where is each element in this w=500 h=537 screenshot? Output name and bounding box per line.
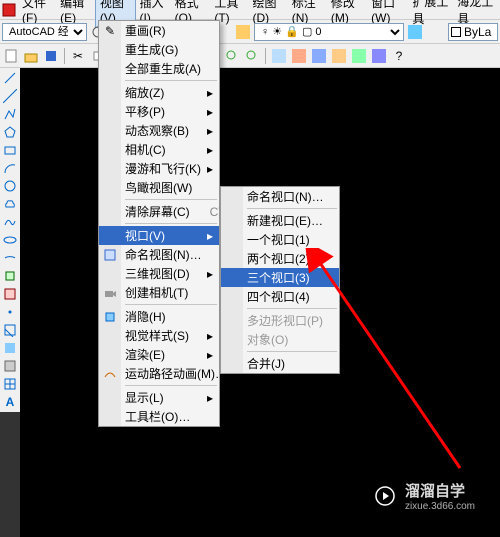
ellipse-icon[interactable] xyxy=(2,232,18,248)
revcloud-icon[interactable] xyxy=(2,196,18,212)
menu-createcamera[interactable]: 创建相机(T) xyxy=(99,283,219,302)
line-icon[interactable] xyxy=(2,70,18,86)
submenu-named-vp[interactable]: 命名视口(N)… xyxy=(221,187,339,206)
layer-select[interactable]: ♀ ☀ 🔒 ▢ 0 xyxy=(254,23,404,41)
menu-3dviews[interactable]: 三维视图(D)▸ xyxy=(99,264,219,283)
chevron-right-icon: ▸ xyxy=(207,348,213,362)
insert-icon[interactable] xyxy=(2,268,18,284)
menu-hide[interactable]: 消隐(H) xyxy=(99,307,219,326)
arc-icon[interactable] xyxy=(2,160,18,176)
submenu-three-vp[interactable]: 三个视口(3) xyxy=(221,268,339,287)
cut-icon[interactable]: ✂ xyxy=(69,47,87,65)
calc-icon[interactable] xyxy=(370,47,388,65)
color-select[interactable]: ByLa xyxy=(448,23,498,41)
menu-cleanscreen[interactable]: 清除屏幕(C)CTRL+0 xyxy=(99,202,219,221)
help-icon[interactable]: ? xyxy=(390,47,408,65)
zoom-window-icon[interactable] xyxy=(223,47,241,65)
submenu-object-vp: 对象(O) xyxy=(221,330,339,349)
watermark: 溜溜自学 zixue.3d66.com xyxy=(371,480,475,512)
menu-orbit[interactable]: 动态观察(B)▸ xyxy=(99,121,219,140)
watermark-url: zixue.3d66.com xyxy=(405,501,475,512)
menu-motionpath[interactable]: 运动路径动画(M)… xyxy=(99,364,219,383)
submenu-join-vp[interactable]: 合并(J) xyxy=(221,354,339,373)
layer-icon[interactable] xyxy=(234,23,252,41)
table-icon[interactable] xyxy=(2,376,18,392)
view-menu-dropdown: ✎重画(R) 重生成(G) 全部重生成(A) 缩放(Z)▸ 平移(P)▸ 动态观… xyxy=(98,20,220,427)
app-icon xyxy=(2,3,16,17)
menu-redraw[interactable]: ✎重画(R) xyxy=(99,21,219,40)
menu-regen[interactable]: 重生成(G) xyxy=(99,40,219,59)
menu-zoom[interactable]: 缩放(Z)▸ xyxy=(99,83,219,102)
open-icon[interactable] xyxy=(22,47,40,65)
menu-display[interactable]: 显示(L)▸ xyxy=(99,388,219,407)
mtext-icon[interactable]: A xyxy=(2,394,18,410)
xline-icon[interactable] xyxy=(2,88,18,104)
chevron-right-icon: ▸ xyxy=(207,86,213,100)
chevron-right-icon: ▸ xyxy=(207,105,213,119)
submenu-four-vp[interactable]: 四个视口(4) xyxy=(221,287,339,306)
hatch-icon[interactable] xyxy=(2,322,18,338)
menu-regenall[interactable]: 全部重生成(A) xyxy=(99,59,219,78)
block-icon[interactable] xyxy=(2,286,18,302)
motion-icon xyxy=(102,366,118,382)
chevron-right-icon: ▸ xyxy=(207,329,213,343)
menu-walk[interactable]: 漫游和飞行(K)▸ xyxy=(99,159,219,178)
ellipsearc-icon[interactable] xyxy=(2,250,18,266)
gradient-icon[interactable] xyxy=(2,340,18,356)
palette-icon[interactable] xyxy=(310,47,328,65)
menu-aerial[interactable]: 鸟瞰视图(W) xyxy=(99,178,219,197)
chevron-right-icon: ▸ xyxy=(207,162,213,176)
spline-icon[interactable] xyxy=(2,214,18,230)
watermark-title: 溜溜自学 xyxy=(405,480,475,501)
menu-viewports[interactable]: 视口(V)▸ xyxy=(99,226,219,245)
draw-toolbar: A xyxy=(0,68,20,412)
submenu-poly-vp: 多边形视口(P) xyxy=(221,311,339,330)
workspace-select[interactable]: AutoCAD 经典 xyxy=(2,23,87,41)
toolbar-row-2: ✂ ↶ ↷ ✋ 🔍 ? xyxy=(0,44,500,68)
polyline-icon[interactable] xyxy=(2,106,18,122)
sheet-icon[interactable] xyxy=(330,47,348,65)
menu-namedviews[interactable]: 命名视图(N)… xyxy=(99,245,219,264)
save-icon[interactable] xyxy=(42,47,60,65)
named-view-icon xyxy=(102,247,118,263)
point-icon[interactable] xyxy=(2,304,18,320)
camera-icon xyxy=(102,285,118,301)
menu-toolbars[interactable]: 工具栏(O)… xyxy=(99,407,219,426)
zoom-prev-icon[interactable] xyxy=(243,47,261,65)
menubar: 文件(F) 编辑(E) 视图(V) 插入(I) 格式(O) 工具(T) 绘图(D… xyxy=(0,0,500,20)
markup-icon[interactable] xyxy=(350,47,368,65)
rectangle-icon[interactable] xyxy=(2,142,18,158)
viewport-submenu: 命名视口(N)… 新建视口(E)… 一个视口(1) 两个视口(2) 三个视口(3… xyxy=(220,186,340,374)
chevron-right-icon: ▸ xyxy=(207,124,213,138)
new-icon[interactable] xyxy=(2,47,20,65)
chevron-right-icon: ▸ xyxy=(207,267,213,281)
chevron-right-icon: ▸ xyxy=(207,391,213,405)
menu-pan[interactable]: 平移(P)▸ xyxy=(99,102,219,121)
layer-prev-icon[interactable] xyxy=(406,23,424,41)
designcenter-icon[interactable] xyxy=(290,47,308,65)
circle-icon[interactable] xyxy=(2,178,18,194)
hide-icon xyxy=(102,309,118,325)
play-icon xyxy=(371,482,399,510)
redraw-icon: ✎ xyxy=(102,23,118,39)
submenu-two-vp[interactable]: 两个视口(2) xyxy=(221,249,339,268)
submenu-one-vp[interactable]: 一个视口(1) xyxy=(221,230,339,249)
chevron-right-icon: ▸ xyxy=(207,143,213,157)
properties-icon[interactable] xyxy=(270,47,288,65)
submenu-new-vp[interactable]: 新建视口(E)… xyxy=(221,211,339,230)
chevron-right-icon: ▸ xyxy=(207,229,213,243)
menu-camera[interactable]: 相机(C)▸ xyxy=(99,140,219,159)
polygon-icon[interactable] xyxy=(2,124,18,140)
region-icon[interactable] xyxy=(2,358,18,374)
menu-visualstyle[interactable]: 视觉样式(S)▸ xyxy=(99,326,219,345)
menu-render[interactable]: 渲染(E)▸ xyxy=(99,345,219,364)
